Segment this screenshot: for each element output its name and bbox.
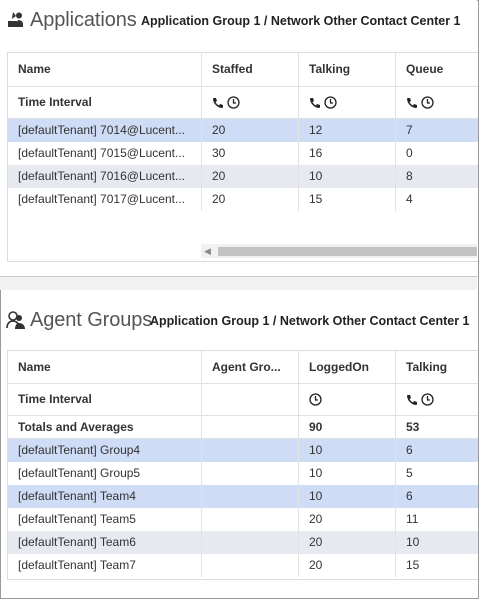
totals-label: Totals and Averages (8, 416, 202, 438)
cell-loggedon: 10 (299, 439, 396, 462)
cell-loggedon: 20 (299, 531, 396, 554)
cell-agent-group (202, 508, 299, 531)
cell-name: [defaultTenant] Group5 (8, 462, 202, 485)
time-interval-label: Time Interval (8, 384, 202, 415)
cell-loggedon: 20 (299, 508, 396, 531)
totals-talking: 53 (406, 420, 420, 434)
cell-name: [defaultTenant] Team5 (8, 508, 202, 531)
column-header-agent-group[interactable]: Agent Gro... (202, 351, 299, 383)
agent-group-interval-cell (202, 384, 299, 415)
agent-groups-header-row: Name Agent Gro... LoggedOn Talking (8, 351, 478, 384)
time-interval-row: Time Interval (8, 384, 478, 416)
cell-name: [defaultTenant] Team6 (8, 531, 202, 554)
cell-name: [defaultTenant] Team7 (8, 554, 202, 577)
agent-groups-grid: Name Agent Gro... LoggedOn Talking Time … (7, 350, 478, 580)
cell-talking: 11 (406, 512, 419, 526)
totals-loggedon: 90 (299, 416, 396, 438)
cell-name: [defaultTenant] Team4 (8, 485, 202, 508)
table-row[interactable]: [defaultTenant] Team6 20 10 (8, 531, 478, 554)
totals-row: Totals and Averages 90 53 (8, 416, 478, 439)
agent-groups-breadcrumb[interactable]: Application Group 1 / Network Other Cont… (150, 314, 469, 328)
cell-talking: 5 (406, 466, 413, 480)
cell-name: [defaultTenant] Group4 (8, 439, 202, 462)
column-header-talking[interactable]: Talking (396, 351, 478, 383)
phone-icon (407, 394, 417, 405)
cell-talking: 6 (406, 443, 413, 457)
agent-groups-panel: Agent Groups Application Group 1 / Netwo… (0, 0, 478, 597)
talking-interval-icons (396, 384, 478, 415)
cell-agent-group (202, 462, 299, 485)
table-row[interactable]: [defaultTenant] Group4 10 6 (8, 439, 478, 462)
clock-icon (421, 393, 434, 406)
clock-icon (309, 393, 322, 406)
agent-groups-title: Agent Groups (30, 309, 153, 331)
agent-groups-icon (6, 311, 25, 329)
loggedon-interval-icons (299, 384, 396, 415)
cell-agent-group (202, 531, 299, 554)
cell-loggedon: 10 (299, 462, 396, 485)
column-header-loggedon[interactable]: LoggedOn (299, 351, 396, 383)
table-row[interactable]: [defaultTenant] Team4 10 6 (8, 485, 478, 508)
table-row[interactable]: [defaultTenant] Team7 20 15 (8, 554, 478, 577)
table-row[interactable]: [defaultTenant] Team5 20 11 (8, 508, 478, 531)
cell-talking: 10 (406, 535, 420, 549)
cell-agent-group (202, 554, 299, 577)
cell-loggedon: 20 (299, 554, 396, 577)
table-row[interactable]: [defaultTenant] Group5 10 5 (8, 462, 478, 485)
cell-talking: 15 (406, 558, 420, 572)
column-header-name[interactable]: Name (8, 351, 202, 383)
cell-agent-group (202, 485, 299, 508)
cell-loggedon: 10 (299, 485, 396, 508)
cell-talking: 6 (406, 489, 413, 503)
totals-agent-group (202, 416, 299, 438)
cell-agent-group (202, 439, 299, 462)
agent-groups-header: Agent Groups Application Group 1 / Netwo… (0, 300, 477, 344)
